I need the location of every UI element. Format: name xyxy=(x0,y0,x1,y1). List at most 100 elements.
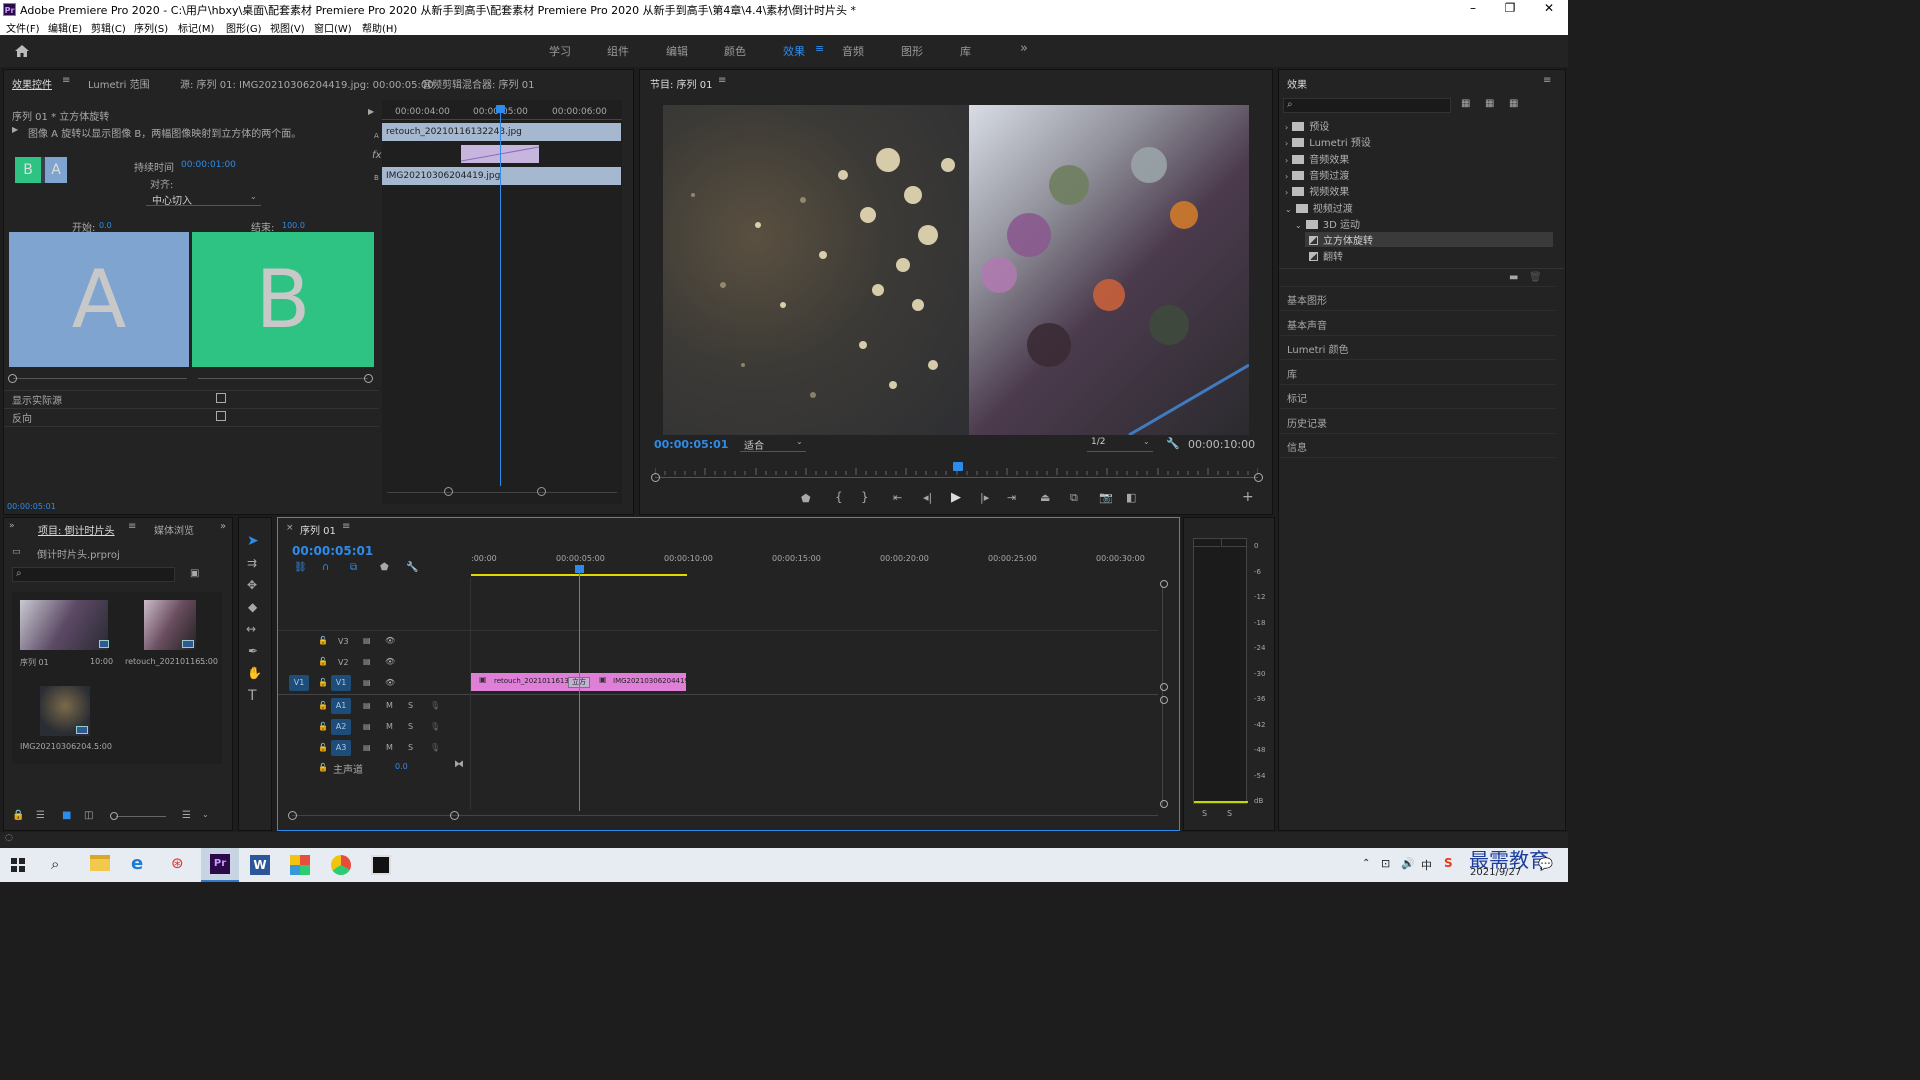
panel-libraries[interactable]: 库 xyxy=(1287,366,1297,381)
step-back-icon[interactable]: ◂| xyxy=(923,491,932,504)
resolution-dropdown[interactable]: 1/2 ⌄ xyxy=(1087,437,1153,452)
comparison-view-icon[interactable]: ◧ xyxy=(1126,491,1136,504)
end-slider[interactable] xyxy=(198,378,368,379)
panel-info[interactable]: 信息 xyxy=(1287,439,1307,454)
expand-icon[interactable]: » xyxy=(9,521,15,531)
panel-menu-icon[interactable]: ≡ xyxy=(128,521,136,532)
effect-controls-timecode[interactable]: 00:00:05:01 xyxy=(7,502,56,511)
workspace-effects[interactable]: 效果 xyxy=(783,43,805,59)
alignment-dropdown[interactable]: 中心切入 ⌄ xyxy=(146,191,261,207)
lock-icon[interactable]: 🔓 xyxy=(318,743,328,752)
start-slider-handle[interactable] xyxy=(8,374,17,383)
go-to-in-icon[interactable]: ⇤ xyxy=(893,491,902,504)
eye-icon[interactable]: 👁 xyxy=(385,657,395,666)
solo-button[interactable]: S xyxy=(408,722,413,731)
mute-button[interactable]: M xyxy=(386,701,393,710)
snap-icon[interactable]: ∩ xyxy=(322,562,329,573)
sync-lock-icon[interactable]: ▤ xyxy=(363,701,371,710)
panel-history[interactable]: 历史记录 xyxy=(1287,415,1327,430)
program-timecode[interactable]: 00:00:05:01 xyxy=(654,438,728,451)
chevron-right-icon[interactable]: › xyxy=(1285,172,1288,181)
sort-icon[interactable]: ☰ xyxy=(182,810,191,821)
panel-menu-icon[interactable]: ≡ xyxy=(62,75,70,86)
track-target-a1[interactable]: A1 xyxy=(331,698,351,714)
sync-lock-icon[interactable]: ▤ xyxy=(363,636,371,645)
chevron-down-icon[interactable]: ⌄ xyxy=(1285,205,1292,214)
chevron-right-icon[interactable]: › xyxy=(1285,139,1288,148)
workspace-editing[interactable]: 编辑 xyxy=(666,43,688,59)
tab-source[interactable]: 源: 序列 01: IMG20210306204419.jpg: 00:00:0… xyxy=(180,76,434,91)
linked-selection-icon[interactable]: ⧉ xyxy=(350,562,357,573)
horizontal-scrollbar[interactable] xyxy=(292,815,1158,816)
zoom-handle-left[interactable] xyxy=(651,473,660,482)
effects-tree-item[interactable]: › Lumetri 预设 xyxy=(1285,134,1371,149)
chevron-right-icon[interactable]: › xyxy=(1285,123,1288,132)
hand-tool-icon[interactable]: ✋ xyxy=(247,666,262,680)
selection-tool-icon[interactable]: ➤ xyxy=(247,533,259,549)
extract-icon[interactable]: ⧉ xyxy=(1070,491,1078,505)
microphone-icon[interactable]: 🎙 xyxy=(430,701,440,710)
effects-panel-title[interactable]: 效果 xyxy=(1287,76,1307,91)
program-monitor-title[interactable]: 节目: 序列 01 xyxy=(650,76,712,91)
trash-icon[interactable]: 🗑 xyxy=(1529,272,1542,283)
yuv-effects-icon[interactable]: ▦ xyxy=(1509,98,1518,109)
lock-icon[interactable]: 🔓 xyxy=(318,657,328,666)
button-editor-icon[interactable]: + xyxy=(1242,489,1254,505)
track-select-tool-icon[interactable]: ⇉ xyxy=(247,556,257,570)
microphone-icon[interactable]: 🎙 xyxy=(430,743,440,752)
photos-icon[interactable] xyxy=(371,855,391,875)
start-value[interactable]: 0.0 xyxy=(99,221,112,230)
effects-tree-item[interactable]: › 视频效果 xyxy=(1285,183,1349,198)
effects-tree-item[interactable]: 翻转 xyxy=(1305,248,1343,263)
chevron-right-icon[interactable]: › xyxy=(1285,156,1288,165)
h-scroll-handle-right[interactable] xyxy=(450,811,459,820)
track-label[interactable]: V2 xyxy=(338,658,349,667)
sogou-icon[interactable]: S xyxy=(1444,856,1453,870)
premiere-taskbar-button[interactable]: Pr xyxy=(201,848,239,882)
lock-icon[interactable]: 🔓 xyxy=(318,722,328,731)
microphone-icon[interactable]: 🎙 xyxy=(430,722,440,731)
play-transition-icon[interactable]: ▶ xyxy=(12,125,18,134)
effects-tree-item[interactable]: › 音频过渡 xyxy=(1285,167,1349,182)
freeform-view-icon[interactable]: ◫ xyxy=(84,810,93,821)
tab-media-browser[interactable]: 媒体浏览 xyxy=(154,522,194,537)
workspace-graphics[interactable]: 图形 xyxy=(901,43,923,59)
menu-file[interactable]: 文件(F) xyxy=(6,20,40,35)
chevron-right-icon[interactable]: › xyxy=(1285,188,1288,197)
step-forward-icon[interactable]: |▸ xyxy=(980,491,989,504)
lock-icon[interactable]: 🔓 xyxy=(318,763,328,772)
menu-window[interactable]: 窗口(W) xyxy=(314,20,352,35)
timeline-playhead[interactable] xyxy=(575,565,584,573)
go-to-out-icon[interactable]: ⇥ xyxy=(1007,491,1016,504)
timeline-tab[interactable]: 序列 01 xyxy=(300,522,336,537)
show-actual-sources-checkbox[interactable] xyxy=(216,393,226,403)
ec-zoom-handle-left[interactable] xyxy=(444,487,453,496)
collapse-arrow-icon[interactable]: ▶ xyxy=(368,107,374,116)
ec-zoom-handle-right[interactable] xyxy=(537,487,546,496)
panel-menu-icon[interactable]: ≡ xyxy=(342,521,350,532)
effects-tree-item[interactable]: › 音频效果 xyxy=(1285,151,1349,166)
ime-indicator[interactable]: 中 xyxy=(1421,857,1432,873)
reverse-checkbox[interactable] xyxy=(216,411,226,421)
type-tool-icon[interactable]: T xyxy=(248,688,257,704)
vertical-scroll-handle[interactable] xyxy=(1160,800,1168,808)
eye-icon[interactable]: 👁 xyxy=(385,636,395,645)
eye-icon[interactable]: 👁 xyxy=(385,678,395,687)
panel-menu-icon[interactable]: ≡ xyxy=(1543,75,1551,86)
fit-dropdown[interactable]: 适合 ⌄ xyxy=(740,437,806,452)
ripple-edit-tool-icon[interactable]: ✥ xyxy=(247,578,257,592)
sync-lock-icon[interactable]: ▤ xyxy=(363,722,371,731)
sync-lock-icon[interactable]: ▤ xyxy=(363,657,371,666)
workspace-more-icon[interactable]: » xyxy=(1020,41,1028,56)
mute-button[interactable]: M xyxy=(386,722,393,731)
menu-sequence[interactable]: 序列(S) xyxy=(134,20,168,35)
mark-out-icon[interactable]: } xyxy=(861,490,869,504)
master-volume-value[interactable]: 0.0 xyxy=(395,762,408,771)
zoom-slider[interactable] xyxy=(116,816,166,817)
zoom-handle-right[interactable] xyxy=(1254,473,1263,482)
menu-graphics[interactable]: 图形(G) xyxy=(226,20,262,35)
clip-retouch[interactable]: retouch_2021011613 xyxy=(494,677,569,685)
workspace-libraries[interactable]: 库 xyxy=(960,43,971,59)
workspace-learn[interactable]: 学习 xyxy=(549,43,571,59)
ec-clip-b[interactable]: IMG20210306204419.jpg xyxy=(382,167,621,185)
